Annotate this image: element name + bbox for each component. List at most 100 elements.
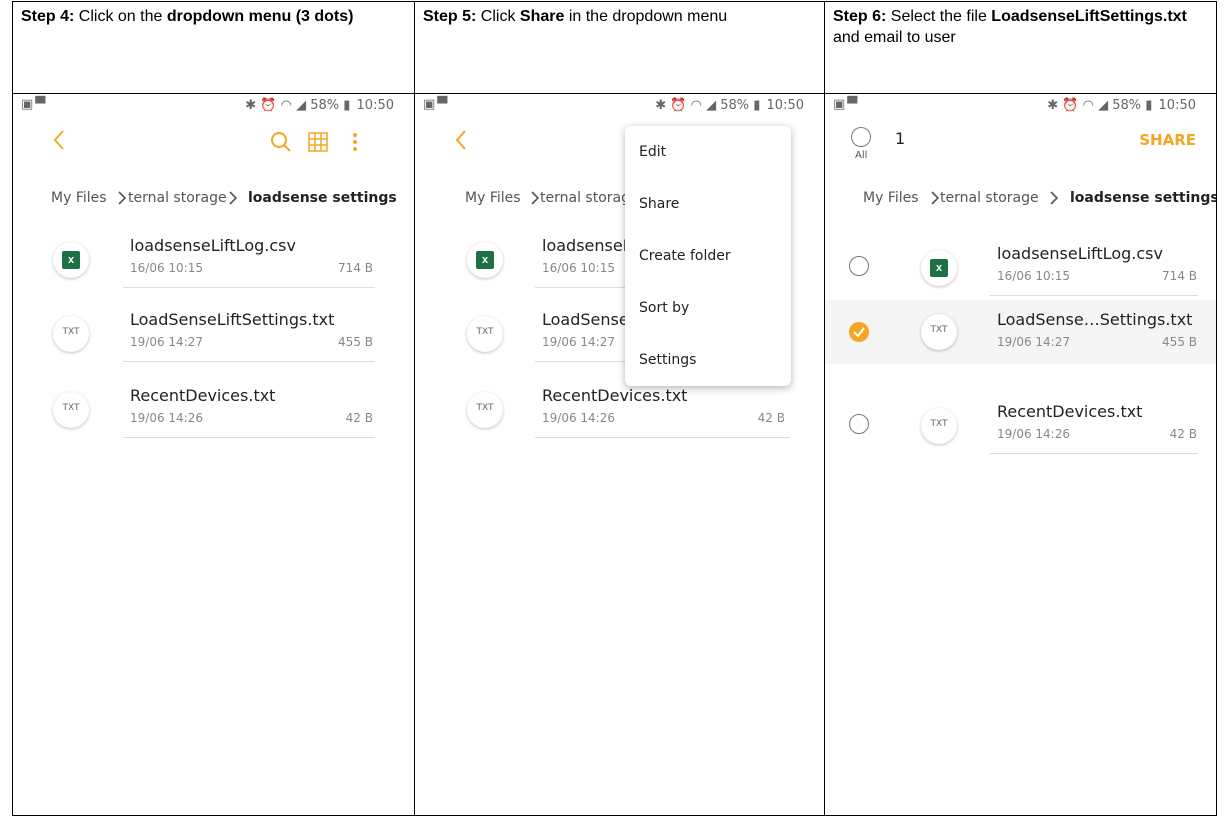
step-emphasis: LoadsenseLiftSettings.txt: [991, 8, 1187, 25]
file-date: 16/06 10:15: [130, 261, 203, 275]
file-name: loadsenseL: [542, 236, 632, 255]
text-file-icon: TXT: [467, 392, 503, 428]
battery-level: 58%: [310, 98, 340, 113]
divider: [990, 295, 1198, 296]
file-name: loadsenseLiftLog.csv: [130, 236, 296, 255]
clock: 10:50: [766, 98, 804, 113]
step-text: Click: [476, 8, 520, 25]
menu-item-create-folder[interactable]: Create folder: [639, 248, 731, 264]
breadcrumb-root[interactable]: My Files: [51, 190, 107, 206]
back-arrow-icon[interactable]: [47, 125, 71, 155]
file-date: 19/06 14:26: [130, 411, 203, 425]
step-5-header: Step 5: Click Share in the dropdown menu: [415, 2, 824, 94]
selected-count: 1: [895, 129, 906, 148]
file-date: 19/06 14:27: [542, 335, 615, 349]
text-file-icon: TXT: [53, 316, 89, 352]
step-6-column: Step 6: Select the file LoadsenseLiftSet…: [824, 2, 1216, 815]
menu-item-edit[interactable]: Edit: [639, 144, 666, 160]
file-row[interactable]: TXT RecentDevices.txt 19/06 14:26 42 B: [825, 400, 1216, 454]
breadcrumb-current: loadsense settings: [1070, 190, 1216, 206]
file-size: 42 B: [1169, 427, 1197, 441]
breadcrumb-root[interactable]: My Files: [465, 190, 521, 206]
select-all-label: All: [855, 150, 868, 161]
file-row[interactable]: TXT LoadSenseLiftSettings.txt 19/06 14:2…: [13, 308, 414, 362]
status-right: ✱ ⏰ ◠ ◢ 58% ▮ 10:50: [245, 98, 394, 113]
file-name: LoadSenseLiftSettings.txt: [130, 310, 335, 329]
breadcrumb: My Files ternal storage loadsense settin…: [825, 184, 1216, 214]
chevron-right-icon: [1050, 191, 1059, 205]
file-name: RecentDevices.txt: [997, 402, 1143, 421]
breadcrumb: My Files ternal storage loadsense settin…: [13, 184, 414, 214]
file-row-selected[interactable]: TXT LoadSense…Settings.txt 19/06 14:27 4…: [825, 300, 1216, 364]
file-date: 19/06 14:26: [542, 411, 615, 425]
phone-screenshot: ▣▀ ✱ ⏰ ◠ ◢ 58% ▮ 10:50 All 1 SHARE My Fi…: [825, 94, 1216, 815]
file-name: LoadSense…Settings.txt: [997, 310, 1193, 329]
file-row[interactable]: TXT RecentDevices.txt 19/06 14:26 42 B: [13, 384, 414, 438]
menu-item-settings[interactable]: Settings: [639, 352, 696, 368]
step-emphasis: dropdown menu (3 dots): [166, 8, 354, 25]
breadcrumb-current: loadsense settings: [248, 190, 397, 206]
divider: [990, 453, 1198, 454]
text-file-icon: TXT: [921, 314, 957, 350]
dropdown-menu: Edit Share Create folder Sort by Setting…: [625, 126, 791, 386]
phone-screenshot: ▣▀ ✱ ⏰ ◠ ◢ 58% ▮ 10:50 My Files ternal s…: [415, 94, 824, 815]
status-bar: ▣▀ ✱ ⏰ ◠ ◢ 58% ▮ 10:50: [415, 94, 824, 116]
step-5-column: Step 5: Click Share in the dropdown menu…: [414, 2, 824, 815]
checkmark-icon: [853, 327, 865, 338]
file-size: 714 B: [338, 261, 373, 275]
text-file-icon: TXT: [467, 316, 503, 352]
breadcrumb-middle[interactable]: ternal storage: [940, 190, 1039, 206]
file-size: 455 B: [1162, 335, 1197, 349]
chevron-right-icon: [118, 191, 127, 205]
file-row[interactable]: x loadsenseLiftLog.csv 16/06 10:15 714 B: [13, 234, 414, 288]
grid-view-icon[interactable]: [306, 130, 330, 154]
file-checkbox-checked[interactable]: [849, 322, 869, 342]
more-options-icon[interactable]: [343, 130, 367, 154]
battery-level: 58%: [720, 98, 750, 113]
step-label: Step 6:: [833, 8, 887, 25]
select-all-checkbox[interactable]: [851, 127, 871, 147]
breadcrumb-middle[interactable]: ternal storage: [128, 190, 227, 206]
app-bar: [13, 116, 414, 171]
file-size: 455 B: [338, 335, 373, 349]
file-date: 16/06 10:15: [542, 261, 615, 275]
step-label: Step 4:: [21, 8, 75, 25]
file-name: RecentDevices.txt: [130, 386, 276, 405]
file-date: 19/06 14:27: [997, 335, 1070, 349]
file-date: 19/06 14:27: [130, 335, 203, 349]
file-checkbox[interactable]: [849, 256, 869, 276]
breadcrumb-middle[interactable]: ternal storage: [540, 190, 639, 206]
clock: 10:50: [356, 98, 394, 113]
file-name: loadsenseLiftLog.csv: [997, 244, 1163, 263]
file-date: 19/06 14:26: [997, 427, 1070, 441]
notification-icons: ▣▀: [423, 97, 450, 112]
file-date: 16/06 10:15: [997, 269, 1070, 283]
search-icon[interactable]: [269, 130, 293, 154]
file-row[interactable]: TXT RecentDevices.txt 19/06 14:26 42 B: [415, 384, 824, 438]
menu-item-sort-by[interactable]: Sort by: [639, 300, 689, 316]
file-row[interactable]: x loadsenseLiftLog.csv 16/06 10:15 714 B: [825, 242, 1216, 296]
step-6-header: Step 6: Select the file LoadsenseLiftSet…: [825, 2, 1216, 94]
step-text-end: in the dropdown menu: [564, 8, 728, 25]
breadcrumb-root[interactable]: My Files: [863, 190, 919, 206]
chevron-right-icon: [229, 191, 238, 205]
battery-level: 58%: [1112, 98, 1142, 113]
status-bar: ▣▀ ✱ ⏰ ◠ ◢ 58% ▮ 10:50: [13, 94, 414, 116]
file-name: RecentDevices.txt: [542, 386, 688, 405]
menu-item-share[interactable]: Share: [639, 196, 679, 212]
step-text: Select the file: [886, 8, 992, 25]
back-arrow-icon[interactable]: [449, 125, 473, 155]
step-4-column: Step 4: Click on the dropdown menu (3 do…: [13, 2, 414, 815]
status-right: ✱ ⏰ ◠ ◢ 58% ▮ 10:50: [1047, 98, 1196, 113]
instruction-table: Step 4: Click on the dropdown menu (3 do…: [12, 1, 1217, 816]
clock: 10:50: [1158, 98, 1196, 113]
status-right: ✱ ⏰ ◠ ◢ 58% ▮ 10:50: [655, 98, 804, 113]
file-size: 42 B: [757, 411, 785, 425]
file-checkbox[interactable]: [849, 414, 869, 434]
excel-file-icon: x: [467, 242, 503, 278]
excel-file-icon: x: [921, 250, 957, 286]
step-4-header: Step 4: Click on the dropdown menu (3 do…: [13, 2, 414, 94]
excel-file-icon: x: [53, 242, 89, 278]
share-button[interactable]: SHARE: [1139, 131, 1196, 149]
notification-icons: ▣▀: [833, 97, 860, 112]
